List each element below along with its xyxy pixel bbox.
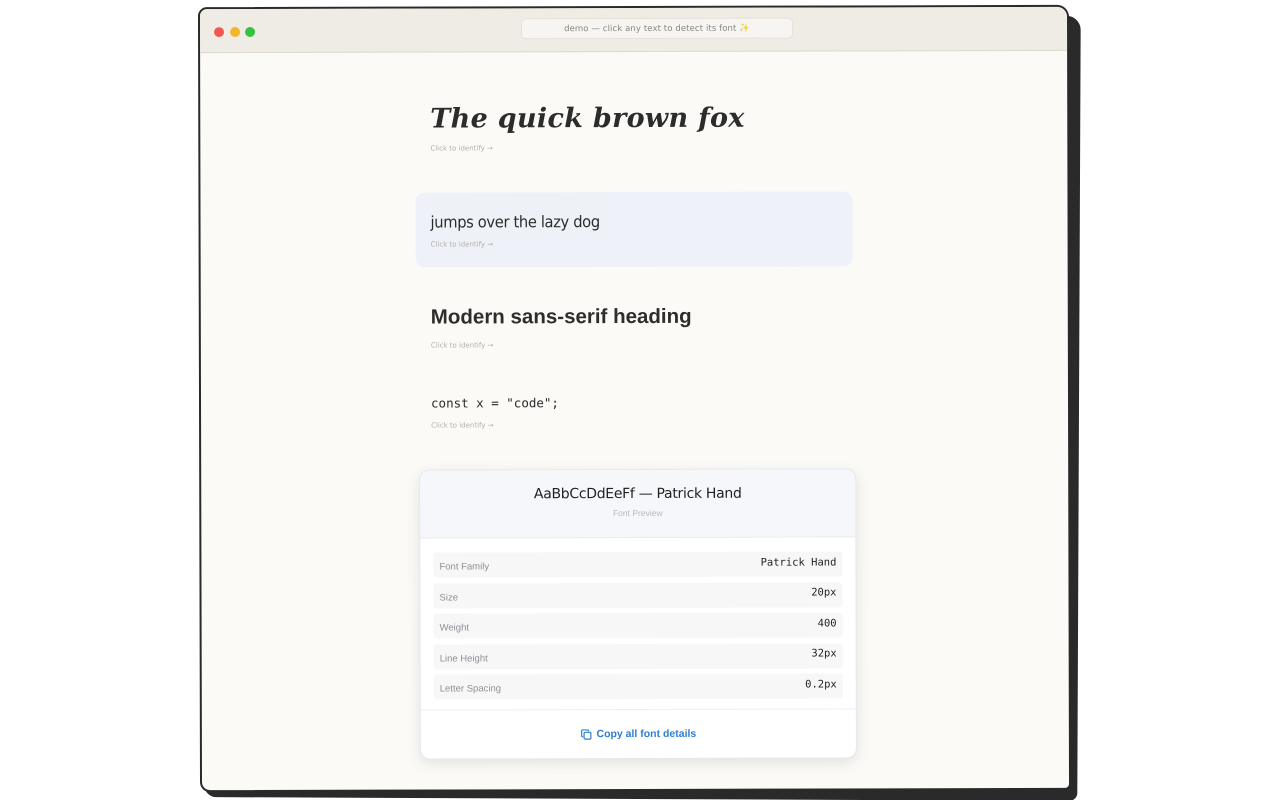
minimize-window-button[interactable] [230,27,241,38]
font-preview-text: AaBbCcDdEeFf — Patrick Hand [533,485,742,503]
browser-window: demo — click any text to detect its font… [197,4,1072,793]
page-content: The quick brown fox Click to identify → … [200,50,1069,792]
detail-label: Font Family [439,561,490,573]
font-preview-label: Font Preview [612,507,663,519]
sample-text[interactable]: Modern sans-serif heading [431,304,853,329]
card-footer: Copy all font details [420,708,856,759]
copy-icon [580,728,592,740]
detail-value: Patrick Hand [760,555,837,569]
detail-label: Size [439,591,459,604]
detail-value: 0.2px [805,677,837,691]
detail-row-size: Size 20px [433,581,843,609]
copy-button-label: Copy all font details [596,727,697,741]
detail-row-weight: Weight 400 [433,612,843,639]
detail-row-letter-spacing: Letter Spacing 0.2px [433,673,843,700]
detail-label: Letter Spacing [439,683,502,695]
close-window-button[interactable] [214,27,225,38]
detail-label: Line Height [439,652,488,665]
sample-code[interactable]: const x = "code"; Click to identify → [416,394,853,429]
detail-value: 400 [817,616,837,630]
detail-value: 32px [811,647,837,660]
identify-hint: Click to identify → [430,341,494,350]
maximize-window-button[interactable] [245,26,256,38]
sample-text[interactable]: jumps over the lazy dog [431,212,600,231]
identify-hint: Click to identify → [430,144,493,153]
detail-label: Weight [439,622,470,634]
identify-hint: Click to identify → [430,240,494,249]
sample-text[interactable]: The quick brown fox [430,102,852,135]
font-details-list: Font Family Patrick Hand Size 20px Weigh… [420,537,855,700]
detail-row-line-height: Line Height 32px [433,642,843,670]
stage: demo — click any text to detect its font… [0,0,1280,800]
title-bar: demo — click any text to detect its font… [199,6,1068,54]
copy-font-details-button[interactable]: Copy all font details [580,728,696,740]
sample-handwritten-body-selected[interactable]: jumps over the lazy dog Click to identif… [415,191,853,268]
detail-row-font-family: Font Family Patrick Hand [433,551,843,578]
sample-handwritten-heading[interactable]: The quick brown fox Click to identify → [415,102,852,153]
identify-hint: Click to identify → [431,421,494,430]
font-preview-header: AaBbCcDdEeFf — Patrick Hand Font Preview [420,469,856,539]
address-bar[interactable]: demo — click any text to detect its font… [521,17,794,40]
detail-value: 20px [811,586,837,599]
sample-sans-serif-heading[interactable]: Modern sans-serif heading Click to ident… [416,304,853,350]
sample-text[interactable]: const x = "code"; [431,394,853,410]
font-details-card: AaBbCcDdEeFf — Patrick Hand Font Preview… [419,468,857,760]
